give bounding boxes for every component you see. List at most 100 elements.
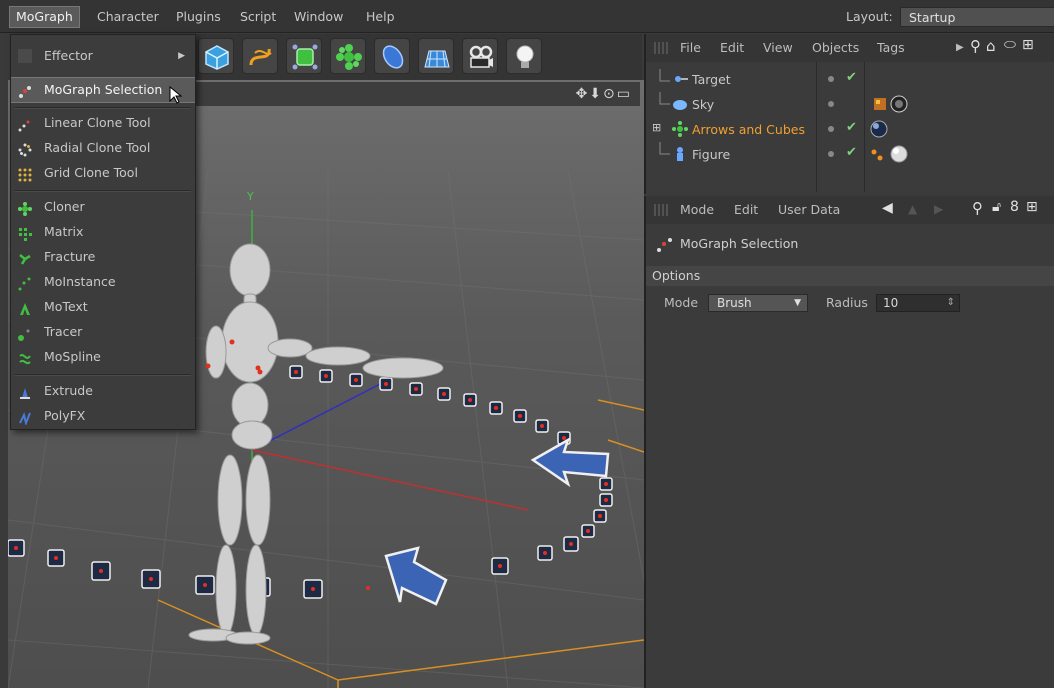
new-panel-icon[interactable]: ⊞ — [1026, 199, 1038, 215]
object-row-figure[interactable]: Figure ✔ — [646, 142, 1054, 167]
menu-item-mospline[interactable]: MoSpline — [11, 345, 195, 369]
menu-character[interactable]: Character — [91, 7, 165, 27]
new-panel-icon[interactable]: ⊞ — [1022, 37, 1034, 53]
menu-separator — [15, 107, 191, 109]
radius-input[interactable]: 10 ⇕ — [876, 294, 960, 312]
om-menu-file[interactable]: File — [680, 40, 701, 55]
camera-icon[interactable] — [462, 38, 498, 74]
menu-item-polyfx[interactable]: PolyFX — [11, 404, 195, 428]
menu-item-effector[interactable]: Effector ▶ — [11, 44, 195, 68]
mograph-selection-icon — [18, 83, 32, 98]
tree-line-icon — [659, 92, 670, 105]
filter-icon[interactable]: ⬭ — [1004, 37, 1016, 53]
material-tag-icon[interactable] — [890, 145, 908, 166]
link-icon[interactable]: 8 — [1010, 199, 1019, 215]
home-icon[interactable]: ⌂ — [986, 37, 996, 55]
attribute-title: MoGraph Selection — [680, 236, 799, 251]
enabled-check-icon[interactable]: ✔ — [846, 120, 857, 135]
om-menu-objects[interactable]: Objects — [812, 40, 859, 55]
back-arrow-icon[interactable]: ◀ — [882, 200, 893, 216]
am-menu-user-data[interactable]: User Data — [778, 202, 840, 217]
material-tag-icon[interactable] — [890, 95, 908, 116]
menu-item-label: MoText — [44, 299, 88, 314]
expand-arrow-icon[interactable]: ▶ — [956, 42, 964, 53]
mode-select-value: Brush — [717, 296, 752, 310]
deformer-icon[interactable] — [374, 38, 410, 74]
menu-item-motext[interactable]: MoText — [11, 295, 195, 319]
mode-select[interactable]: Brush ▼ — [708, 294, 808, 312]
submenu-arrow-icon: ▶ — [178, 51, 185, 61]
object-name: Target — [692, 72, 731, 87]
menu-window[interactable]: Window — [288, 7, 349, 27]
am-menu-edit[interactable]: Edit — [734, 202, 758, 217]
menu-mograph[interactable]: MoGraph — [9, 6, 80, 28]
menu-item-matrix[interactable]: Matrix — [11, 220, 195, 244]
spline-icon[interactable] — [242, 38, 278, 74]
light-icon[interactable] — [506, 38, 542, 74]
menu-item-label: PolyFX — [44, 408, 86, 423]
chevron-down-icon: ▼ — [794, 298, 801, 308]
up-arrow-icon[interactable]: ▲ — [908, 202, 917, 216]
viewport-nav-icons[interactable]: ✥⬇⊙▭ — [576, 86, 632, 102]
grid-clone-icon — [18, 166, 32, 182]
moinstance-icon — [18, 275, 32, 291]
enabled-check-icon[interactable]: ✔ — [846, 70, 857, 85]
material-tag-icon[interactable] — [870, 120, 888, 141]
tree-line-icon — [659, 69, 670, 82]
menu-help[interactable]: Help — [360, 7, 401, 27]
floor-icon[interactable] — [418, 38, 454, 74]
menu-item-tracer[interactable]: Tracer — [11, 320, 195, 344]
om-menu-tags[interactable]: Tags — [877, 40, 905, 55]
nurbs-icon[interactable] — [286, 38, 322, 74]
menu-item-label: Grid Clone Tool — [44, 165, 138, 180]
menu-item-label: Effector — [44, 48, 93, 63]
panel-grip-icon[interactable] — [654, 42, 668, 54]
menu-script[interactable]: Script — [234, 7, 282, 27]
menu-item-cloner[interactable]: Cloner — [11, 195, 195, 219]
panel-grip-icon[interactable] — [654, 204, 668, 216]
lock-icon[interactable]: 🔓︎ — [992, 199, 1001, 215]
expand-toggle-icon[interactable]: ⊞ — [652, 121, 661, 134]
options-tab[interactable]: Options — [646, 266, 1054, 286]
menu-item-radial-clone-tool[interactable]: Radial Clone Tool — [11, 136, 195, 160]
enabled-check-icon[interactable]: ✔ — [846, 145, 857, 160]
array-icon[interactable] — [330, 38, 366, 74]
menu-item-extrude[interactable]: Extrude — [11, 379, 195, 403]
object-row-arrows-and-cubes[interactable]: ⊞ Arrows and Cubes ✔ — [646, 117, 1054, 142]
editor-visibility-dot[interactable] — [828, 101, 834, 107]
menu-item-linear-clone-tool[interactable]: Linear Clone Tool — [11, 111, 195, 135]
om-menu-edit[interactable]: Edit — [720, 40, 744, 55]
menu-item-label: Tracer — [44, 324, 83, 339]
menubar: MoGraph Character Plugins Script Window … — [0, 0, 1054, 33]
radial-clone-icon — [18, 141, 32, 157]
editor-visibility-dot[interactable] — [828, 76, 834, 82]
texture-tag-icon[interactable] — [872, 96, 888, 115]
object-name: Arrows and Cubes — [692, 122, 805, 137]
object-manager-menubar: File Edit View Objects Tags ▶ ⚲ ⌂ ⬭ ⊞ — [646, 34, 1054, 62]
menu-item-grid-clone-tool[interactable]: Grid Clone Tool — [11, 161, 195, 185]
menu-separator — [15, 190, 191, 192]
mograph-selection-icon — [656, 236, 674, 257]
search-icon[interactable]: ⚲ — [972, 199, 983, 217]
layout-select[interactable]: Startup — [900, 7, 1054, 27]
forward-arrow-icon[interactable]: ▶ — [934, 202, 943, 216]
object-row-sky[interactable]: Sky — [646, 92, 1054, 117]
stepper-arrows-icon[interactable]: ⇕ — [947, 295, 955, 311]
search-icon[interactable]: ⚲ — [970, 37, 981, 55]
mograph-selection-tag-icon[interactable] — [870, 146, 886, 165]
editor-visibility-dot[interactable] — [828, 151, 834, 157]
menu-item-moinstance[interactable]: MoInstance — [11, 270, 195, 294]
menu-item-mograph-selection[interactable]: MoGraph Selection — [11, 77, 195, 104]
editor-visibility-dot[interactable] — [828, 126, 834, 132]
menu-plugins[interactable]: Plugins — [170, 7, 227, 27]
cube-icon[interactable] — [198, 38, 234, 74]
polyfx-icon — [18, 409, 32, 427]
object-name: Sky — [692, 97, 715, 112]
menu-item-fracture[interactable]: Fracture — [11, 245, 195, 269]
figure-icon — [672, 146, 688, 165]
menu-item-label: Cloner — [44, 199, 85, 214]
object-row-target[interactable]: Target ✔ — [646, 67, 1054, 92]
radius-label: Radius — [826, 295, 868, 310]
am-menu-mode[interactable]: Mode — [680, 202, 714, 217]
om-menu-view[interactable]: View — [763, 40, 793, 55]
